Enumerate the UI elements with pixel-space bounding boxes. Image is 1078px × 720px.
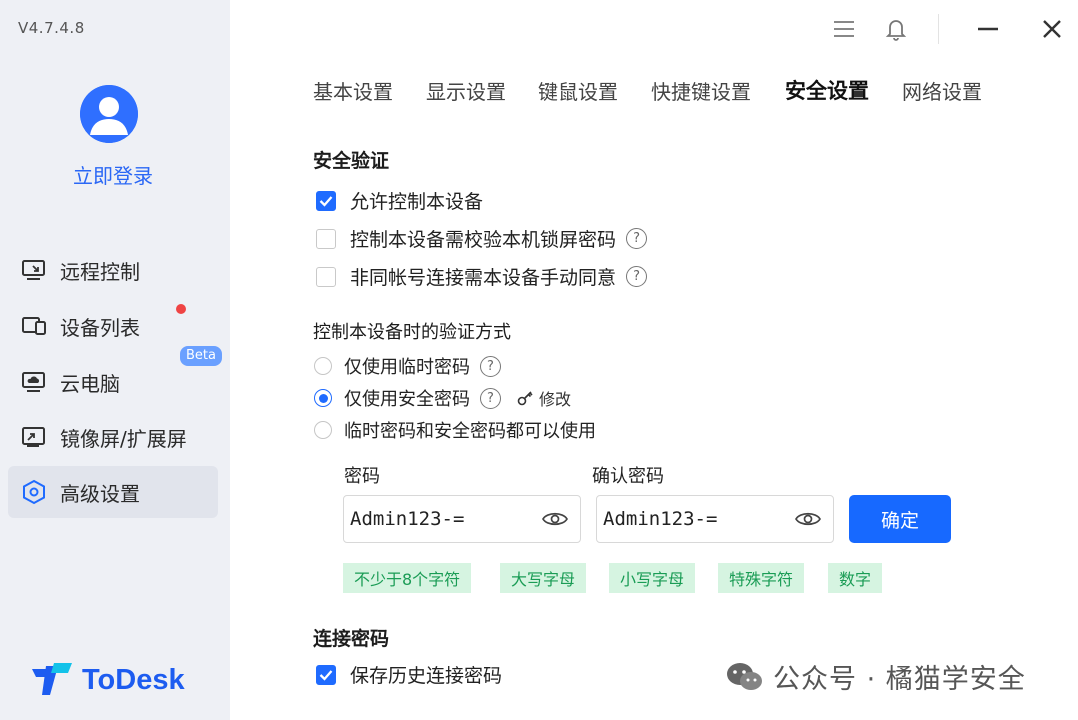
version-label: V4.7.4.8 [18, 19, 85, 37]
radio-security-password[interactable]: 仅使用安全密码 ? 修改 [314, 385, 571, 411]
login-link[interactable]: 立即登录 [0, 160, 226, 189]
password-input[interactable] [350, 499, 530, 539]
help-icon[interactable]: ? [626, 266, 648, 287]
tab-security-settings[interactable]: 安全设置 [785, 75, 869, 105]
key-icon [517, 391, 533, 406]
menu-icon [834, 21, 854, 37]
sidebar-item-label: 设备列表 [60, 315, 140, 340]
beta-badge: Beta [180, 346, 222, 366]
radio-label: 仅使用临时密码 [344, 357, 470, 378]
radio-label: 临时密码和安全密码都可以使用 [344, 421, 596, 442]
tab-network-settings[interactable]: 网络设置 [902, 76, 982, 105]
radio-dot [318, 393, 328, 403]
check-icon [319, 195, 333, 207]
tab-display-settings[interactable]: 显示设置 [426, 76, 506, 105]
confirm-password-label: 确认密码 [592, 466, 664, 487]
password-field [343, 495, 581, 543]
sidebar-item-label: 高级设置 [60, 481, 140, 506]
checkbox[interactable] [316, 664, 336, 685]
device-list-icon [20, 312, 48, 340]
bell-icon [885, 20, 907, 41]
menu-button[interactable] [829, 14, 859, 44]
option-manual-approve[interactable]: 非同帐号连接需本设备手动同意 ? [316, 263, 648, 290]
radio-temp-password[interactable]: 仅使用临时密码 ? [314, 353, 501, 379]
section-title: 连接密码 [313, 628, 390, 650]
radio-button[interactable] [314, 421, 332, 439]
todesk-logo-icon [32, 663, 72, 695]
advanced-settings-icon [20, 478, 48, 506]
close-icon [1043, 20, 1061, 38]
help-icon[interactable]: ? [480, 355, 501, 377]
radio-both-passwords[interactable]: 临时密码和安全密码都可以使用 [314, 417, 596, 443]
radio-label: 仅使用安全密码 [344, 389, 470, 410]
option-label: 保存历史连接密码 [350, 665, 503, 687]
option-label: 允许控制本设备 [350, 191, 484, 213]
divider [938, 14, 939, 44]
user-icon [80, 85, 138, 143]
sidebar-item-mirror-screen[interactable]: 镜像屏/扩展屏 [8, 411, 218, 463]
brand-name: ToDesk [82, 663, 185, 696]
modify-link[interactable]: 修改 [517, 386, 571, 410]
show-password-toggle[interactable] [540, 504, 570, 534]
option-verify-lock-password[interactable]: 控制本设备需校验本机锁屏密码 ? [316, 225, 648, 252]
radio-button[interactable] [314, 357, 332, 375]
show-confirm-password-toggle[interactable] [793, 504, 823, 534]
sidebar-item-remote-control[interactable]: 远程控制 [8, 244, 218, 296]
option-label: 非同帐号连接需本设备手动同意 [350, 267, 617, 289]
rule-tag-min-length: 不少于8个字符 [343, 563, 472, 593]
cloud-pc-icon [20, 368, 48, 396]
tab-shortcut-settings[interactable]: 快捷键设置 [651, 76, 751, 105]
sidebar-item-device-list[interactable]: 设备列表 [8, 300, 218, 352]
radio-button[interactable] [314, 389, 332, 407]
rule-tag-uppercase: 大写字母 [500, 563, 587, 593]
option-save-history-password[interactable]: 保存历史连接密码 [316, 661, 502, 688]
remote-control-icon [20, 256, 48, 284]
check-icon [319, 669, 333, 681]
checkbox[interactable] [316, 190, 336, 211]
wechat-icon [727, 662, 762, 690]
watermark: 公众号 · 橘猫学安全 [725, 657, 1026, 696]
sidebar-item-advanced-settings[interactable]: 高级设置 [8, 466, 218, 518]
help-icon[interactable]: ? [626, 228, 648, 249]
section-title: 安全验证 [313, 150, 390, 172]
help-icon[interactable]: ? [480, 387, 501, 409]
watermark-text: 公众号 · 橘猫学安全 [773, 664, 1026, 695]
sidebar-item-label: 镜像屏/扩展屏 [60, 426, 187, 451]
mirror-screen-icon [20, 423, 48, 451]
rule-tag-digits: 数字 [828, 563, 883, 593]
minimize-button[interactable] [973, 14, 1003, 44]
option-label: 控制本设备需校验本机锁屏密码 [350, 229, 617, 251]
eye-icon [542, 512, 568, 526]
notification-dot [176, 304, 186, 314]
sidebar-item-label: 远程控制 [60, 259, 140, 284]
confirm-password-field [596, 495, 834, 543]
option-allow-control[interactable]: 允许控制本设备 [316, 187, 483, 214]
modify-label: 修改 [539, 390, 572, 409]
subsection-title: 控制本设备时的验证方式 [313, 322, 511, 343]
tab-keyboard-mouse-settings[interactable]: 键鼠设置 [538, 76, 618, 105]
sidebar-item-label: 云电脑 [60, 371, 120, 396]
sidebar-item-cloud-pc[interactable]: 云电脑 Beta [8, 346, 222, 408]
brand-logo: ToDesk [32, 663, 185, 697]
rule-tag-special-chars: 特殊字符 [718, 563, 805, 593]
eye-icon [795, 512, 821, 526]
close-button[interactable] [1037, 14, 1067, 44]
rule-tag-lowercase: 小写字母 [609, 563, 696, 593]
checkbox[interactable] [316, 266, 336, 287]
confirm-button[interactable]: 确定 [849, 495, 951, 543]
password-label: 密码 [344, 466, 380, 487]
avatar[interactable] [80, 85, 138, 143]
tab-basic-settings[interactable]: 基本设置 [313, 76, 393, 105]
notification-button[interactable] [881, 14, 911, 44]
minimize-icon [978, 27, 998, 31]
checkbox[interactable] [316, 228, 336, 249]
sidebar: V4.7.4.8 立即登录 远程控制 设备列表 云电脑 Beta 镜像屏/扩展屏… [0, 0, 230, 720]
confirm-password-input[interactable] [603, 499, 783, 539]
